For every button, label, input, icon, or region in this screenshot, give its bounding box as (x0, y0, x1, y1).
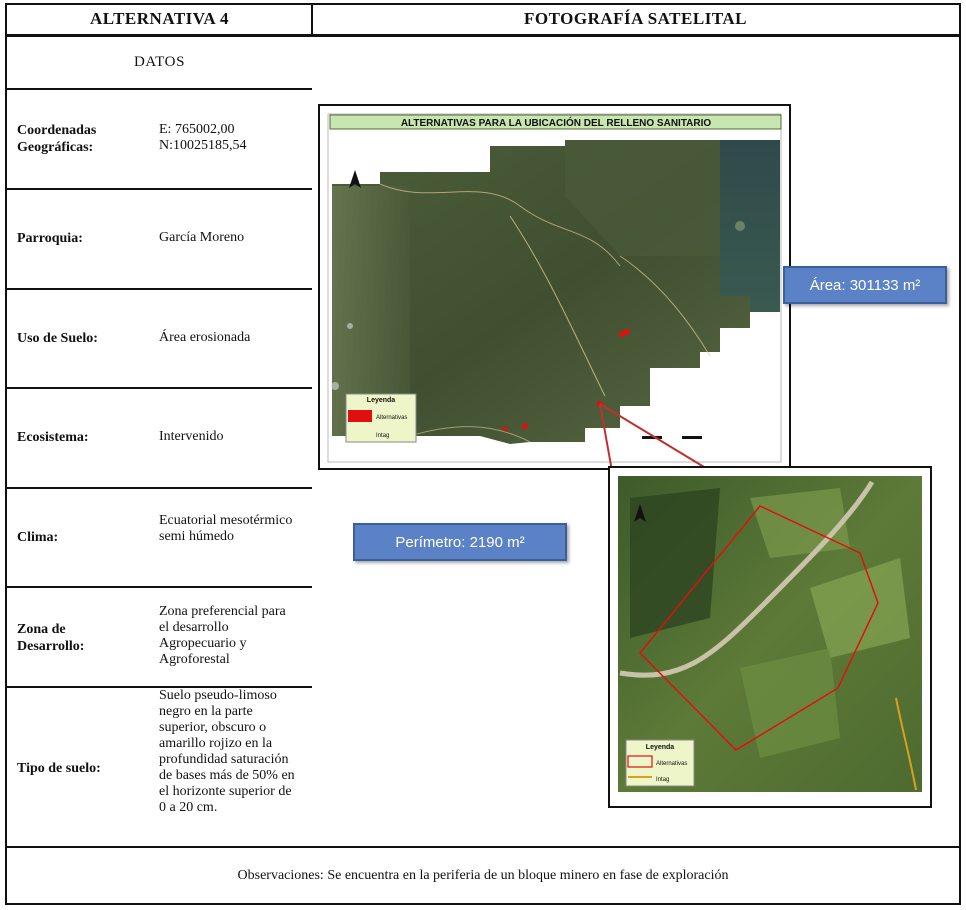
detail-legend-title: Leyenda (646, 744, 675, 751)
perimeter-callout: Perímetro: 2190 m² (353, 523, 567, 561)
detail-legend-item: Alternativas (656, 761, 687, 767)
area-callout: Área: 301133 m² (783, 266, 947, 304)
satellite-map-detail-image: Leyenda Alternativas Intag (618, 476, 922, 792)
detail-legend-item: Intag (656, 777, 669, 783)
satellite-map-detail: Leyenda Alternativas Intag (608, 466, 932, 808)
